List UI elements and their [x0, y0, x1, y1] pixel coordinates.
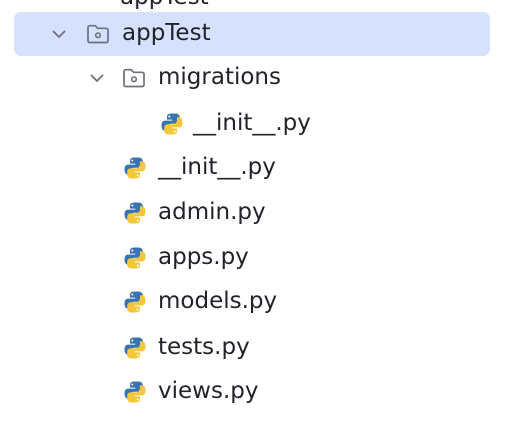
- tree-item-partial-label: appTest: [120, 0, 209, 9]
- tree-item-admin-py[interactable]: admin.py: [0, 191, 507, 235]
- tree-item-models-py[interactable]: models.py: [0, 280, 507, 324]
- tree-item-label: apps.py: [158, 244, 249, 270]
- python-file-icon: [122, 289, 148, 315]
- tree-item-init-py[interactable]: __init__.py: [0, 146, 507, 190]
- tree-item-apptest[interactable]: appTest: [14, 12, 490, 56]
- tree-item-migrations-init-py[interactable]: __init__.py: [0, 102, 507, 146]
- tree-item-label: admin.py: [158, 199, 266, 225]
- tree-item-label: models.py: [158, 288, 278, 314]
- project-tree: appTest appTest migrations __init__.py _…: [0, 0, 507, 422]
- tree-item-label: __init__.py: [193, 110, 311, 136]
- python-file-icon: [159, 111, 185, 137]
- python-file-icon: [122, 155, 148, 181]
- tree-item-label: tests.py: [158, 334, 250, 360]
- tree-item-label: appTest: [122, 20, 211, 46]
- tree-item-views-py[interactable]: views.py: [0, 370, 507, 414]
- chevron-down-icon[interactable]: [88, 69, 106, 87]
- folder-icon: [85, 21, 111, 47]
- python-file-icon: [122, 200, 148, 226]
- tree-item-migrations[interactable]: migrations: [0, 56, 507, 100]
- chevron-down-icon[interactable]: [50, 25, 68, 43]
- python-file-icon: [122, 245, 148, 271]
- python-file-icon: [122, 335, 148, 361]
- tree-item-label: views.py: [158, 378, 259, 404]
- tree-item-label: __init__.py: [158, 154, 276, 180]
- folder-icon: [121, 65, 147, 91]
- tree-item-apps-py[interactable]: apps.py: [0, 236, 507, 280]
- tree-item-label: migrations: [158, 64, 281, 90]
- python-file-icon: [122, 379, 148, 405]
- tree-item-tests-py[interactable]: tests.py: [0, 326, 507, 370]
